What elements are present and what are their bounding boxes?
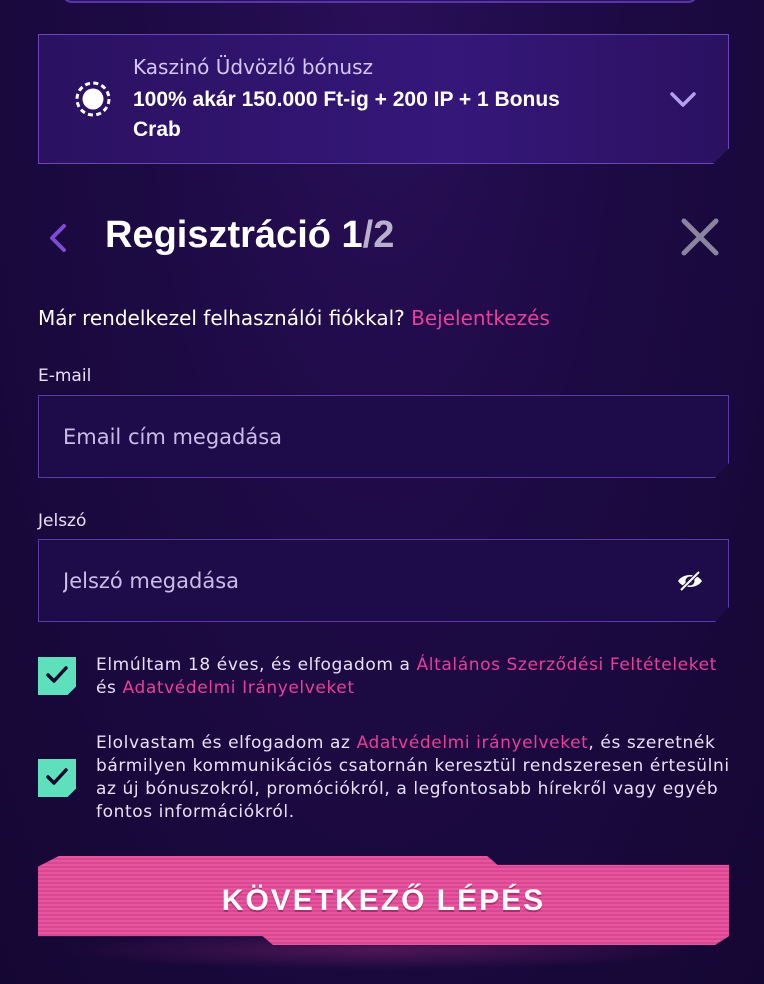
checkmark-icon [46,666,68,683]
age-consent-start: Elmúltam 18 éves, és elfogadom a [96,655,417,675]
email-field-wrapper [38,395,729,478]
password-field[interactable] [39,540,728,621]
chevron-down-icon[interactable] [668,87,698,111]
title-step: Regisztráció 1 [105,214,363,256]
age-consent-and: és [96,678,123,698]
marketing-privacy-link[interactable]: Adatvédelmi irányelveket [357,733,589,753]
privacy-link[interactable]: Adatvédelmi Irányelveket [123,678,355,698]
previous-card-edge [62,0,698,3]
page-title: Regisztráció 1/2 [105,214,394,257]
age-consent-checkbox[interactable] [38,657,76,695]
close-icon[interactable] [678,215,722,259]
marketing-consent-checkbox[interactable] [38,759,76,797]
bonus-value: 100% akár 150.000 Ft-ig + 200 IP + 1 Bon… [133,88,560,141]
marketing-consent-text: Elolvastam és elfogadom az Adatvédelmi i… [96,732,736,824]
login-question: Már rendelkezel felhasználói fiókkal? [38,306,405,330]
next-step-label: KÖVETKEZŐ LÉPÉS [221,884,546,917]
bonus-selector[interactable]: Kaszinó Üdvözlő bónusz 100% akár 150.000… [38,34,729,164]
marketing-consent-start: Elolvastam és elfogadom az [96,733,357,753]
eye-slash-icon[interactable] [676,570,704,592]
title-step-total: /2 [362,214,395,256]
login-link[interactable]: Bejelentkezés [411,306,550,330]
age-consent-text: Elmúltam 18 éves, és elfogadom a Általán… [96,654,736,700]
terms-link[interactable]: Általános Szerződési Feltételeket [417,655,717,675]
chevron-left-icon[interactable] [44,220,72,256]
login-prompt: Már rendelkezel felhasználói fiókkal? Be… [38,306,550,330]
email-field[interactable] [39,396,728,477]
bonus-label: Kaszinó Üdvözlő bónusz [133,55,374,79]
password-field-wrapper [38,539,729,622]
password-label: Jelszó [38,511,87,531]
checkmark-icon [46,768,68,785]
casino-chip-icon [75,81,111,117]
next-step-button[interactable]: KÖVETKEZŐ LÉPÉS [38,856,729,945]
email-label: E-mail [38,366,92,386]
